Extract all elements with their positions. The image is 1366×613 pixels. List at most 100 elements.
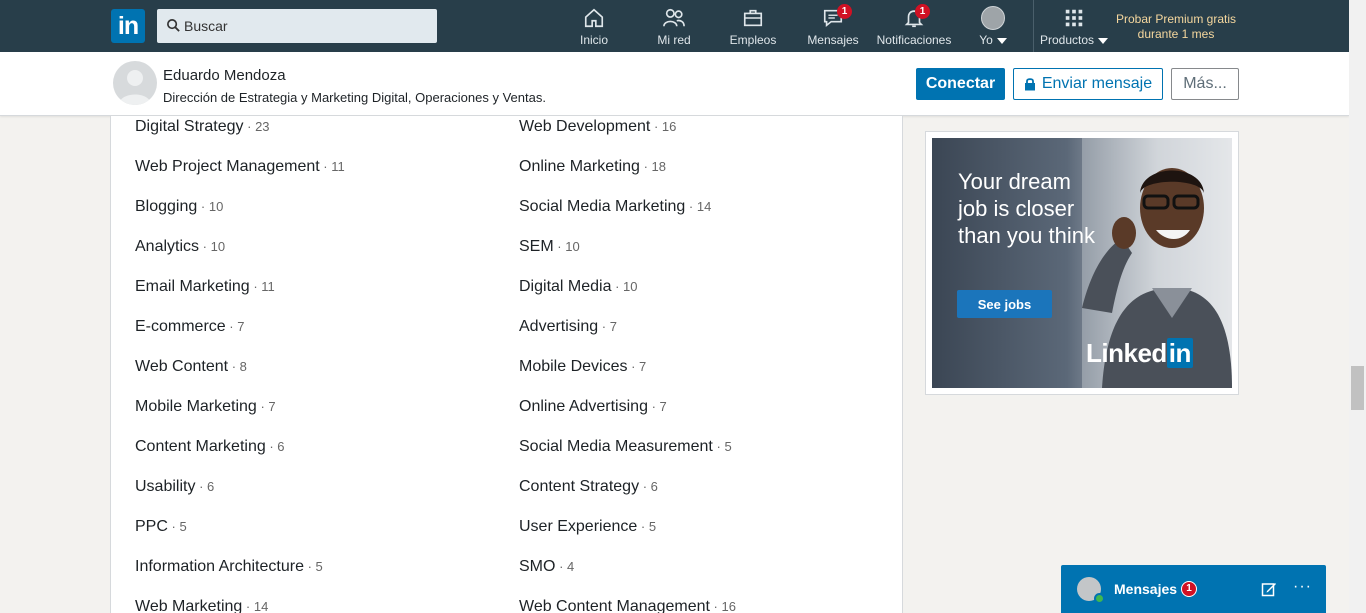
skill-name: Mobile Marketing bbox=[135, 398, 257, 415]
search-input[interactable] bbox=[184, 9, 429, 43]
skill-item[interactable]: Digital Strategy · 23 bbox=[135, 118, 270, 136]
profile-name: Eduardo Mendoza bbox=[163, 67, 286, 84]
nav-item-products[interactable]: Productos bbox=[1036, 6, 1112, 48]
skill-item[interactable]: Web Content · 8 bbox=[135, 358, 247, 376]
messaging-label: Mensajes bbox=[1114, 581, 1178, 597]
skill-separator: · bbox=[685, 199, 697, 214]
search-box[interactable] bbox=[157, 9, 437, 43]
skill-item[interactable]: Mobile Marketing · 7 bbox=[135, 398, 276, 416]
job-ad-banner[interactable]: Your dream job is closer than you think … bbox=[932, 138, 1232, 388]
skill-separator: · bbox=[167, 519, 180, 534]
endorsement-count: 23 bbox=[255, 119, 270, 134]
skill-item[interactable]: Online Marketing · 18 bbox=[519, 158, 666, 176]
skill-name: Analytics bbox=[135, 238, 200, 255]
endorsement-count: 10 bbox=[210, 239, 226, 254]
more-options-icon[interactable]: ··· bbox=[1293, 578, 1312, 596]
skill-name: Advertising bbox=[519, 318, 599, 335]
skill-name: PPC bbox=[135, 518, 168, 535]
endorsement-count: 5 bbox=[179, 519, 187, 534]
skill-item[interactable]: User Experience · 5 bbox=[519, 518, 656, 536]
nav-item-me[interactable]: Yo bbox=[974, 6, 1012, 48]
skill-item[interactable]: Content Strategy · 6 bbox=[519, 478, 658, 496]
send-message-label: Enviar mensaje bbox=[1041, 75, 1153, 92]
endorsement-count: 11 bbox=[331, 159, 345, 174]
caret-down-icon bbox=[996, 37, 1007, 44]
endorsement-count: 7 bbox=[639, 359, 647, 374]
nav-item-home[interactable]: Inicio bbox=[575, 6, 613, 48]
profile-avatar[interactable] bbox=[113, 61, 157, 105]
endorsement-count: 7 bbox=[237, 319, 245, 334]
endorsement-count: 10 bbox=[565, 239, 580, 254]
send-message-button[interactable]: Enviar mensaje bbox=[1013, 68, 1163, 100]
skill-item[interactable]: Advertising · 7 bbox=[519, 318, 617, 336]
linkedin-logo[interactable]: in bbox=[111, 9, 145, 43]
skill-item[interactable]: Digital Media · 10 bbox=[519, 278, 638, 296]
endorsement-count: 5 bbox=[648, 519, 657, 534]
lock-icon bbox=[1024, 78, 1035, 91]
skill-item[interactable]: Web Marketing · 14 bbox=[135, 598, 268, 613]
endorsement-count: 16 bbox=[661, 119, 677, 134]
nav-item-messages[interactable]: 1 Mensajes bbox=[806, 4, 860, 48]
grid-icon bbox=[1065, 9, 1083, 27]
more-button[interactable]: Más... bbox=[1171, 68, 1239, 100]
endorsement-count: 5 bbox=[724, 439, 732, 454]
skill-separator: · bbox=[249, 279, 262, 294]
skill-item[interactable]: Online Advertising · 7 bbox=[519, 398, 667, 416]
skill-name: Online Advertising bbox=[519, 398, 648, 415]
skill-separator: · bbox=[611, 279, 624, 294]
skill-separator: · bbox=[199, 239, 211, 254]
caret-down-icon bbox=[1098, 37, 1109, 44]
skill-separator: · bbox=[627, 359, 640, 374]
nav-item-jobs[interactable]: Empleos bbox=[728, 6, 778, 48]
profile-header-bar: Eduardo Mendoza Dirección de Estrategia … bbox=[0, 52, 1349, 116]
skill-item[interactable]: SMO · 4 bbox=[519, 558, 574, 576]
endorsement-count: 18 bbox=[651, 159, 666, 174]
skill-item[interactable]: PPC · 5 bbox=[135, 518, 187, 536]
skill-item[interactable]: Web Development · 16 bbox=[519, 118, 676, 136]
skill-item[interactable]: Mobile Devices · 7 bbox=[519, 358, 646, 376]
compose-icon[interactable] bbox=[1261, 581, 1277, 597]
skill-item[interactable]: Analytics · 10 bbox=[135, 238, 225, 256]
skill-name: E-commerce bbox=[135, 318, 226, 335]
skill-item[interactable]: Social Media Marketing · 14 bbox=[519, 198, 711, 216]
skill-separator: · bbox=[650, 119, 662, 134]
skill-separator: · bbox=[243, 119, 256, 134]
endorsement-count: 11 bbox=[261, 279, 275, 294]
page-scrollbar[interactable] bbox=[1349, 0, 1366, 613]
skill-item[interactable]: E-commerce · 7 bbox=[135, 318, 244, 336]
skill-item[interactable]: Information Architecture · 5 bbox=[135, 558, 323, 576]
skill-separator: · bbox=[256, 399, 269, 414]
nav-item-label: Mi red bbox=[657, 33, 691, 47]
skill-separator: · bbox=[598, 319, 610, 334]
skill-item[interactable]: Email Marketing · 11 bbox=[135, 278, 275, 296]
nav-item-label: Notificaciones bbox=[876, 33, 952, 47]
nav-item-network[interactable]: Mi red bbox=[652, 6, 696, 48]
skill-separator: · bbox=[553, 239, 566, 254]
skill-name: Social Media Marketing bbox=[519, 198, 686, 215]
skill-name: Usability bbox=[135, 478, 196, 495]
messaging-overlay[interactable]: Mensajes 1 ··· bbox=[1061, 565, 1326, 613]
premium-link[interactable]: Probar Premium gratis durante 1 mes bbox=[1112, 12, 1240, 42]
endorsement-count: 6 bbox=[650, 479, 658, 494]
skill-item[interactable]: Blogging · 10 bbox=[135, 198, 223, 216]
skill-item[interactable]: SEM · 10 bbox=[519, 238, 580, 256]
endorsement-count: 6 bbox=[207, 479, 215, 494]
skill-item[interactable]: Usability · 6 bbox=[135, 478, 214, 496]
endorsement-count: 10 bbox=[208, 199, 224, 214]
skill-item[interactable]: Content Marketing · 6 bbox=[135, 438, 285, 456]
skill-name: User Experience bbox=[519, 518, 638, 535]
see-jobs-button[interactable]: See jobs bbox=[957, 290, 1052, 318]
skill-name: Blogging bbox=[135, 198, 198, 215]
scrollbar-thumb[interactable] bbox=[1351, 366, 1364, 410]
skill-item[interactable]: Social Media Measurement · 5 bbox=[519, 438, 732, 456]
ad-container: Your dream job is closer than you think … bbox=[925, 131, 1239, 395]
search-icon bbox=[167, 19, 180, 32]
skill-separator: · bbox=[709, 599, 722, 613]
endorsement-count: 14 bbox=[253, 599, 269, 613]
top-navigation: in Inicio Mi red Empleos 1 Mensajes 1 No… bbox=[0, 0, 1349, 52]
skill-name: Information Architecture bbox=[135, 558, 304, 575]
connect-button[interactable]: Conectar bbox=[916, 68, 1005, 100]
skill-item[interactable]: Web Content Management · 16 bbox=[519, 598, 736, 613]
nav-item-notifications[interactable]: 1 Notificaciones bbox=[875, 4, 953, 48]
skill-item[interactable]: Web Project Management · 11 bbox=[135, 158, 345, 176]
